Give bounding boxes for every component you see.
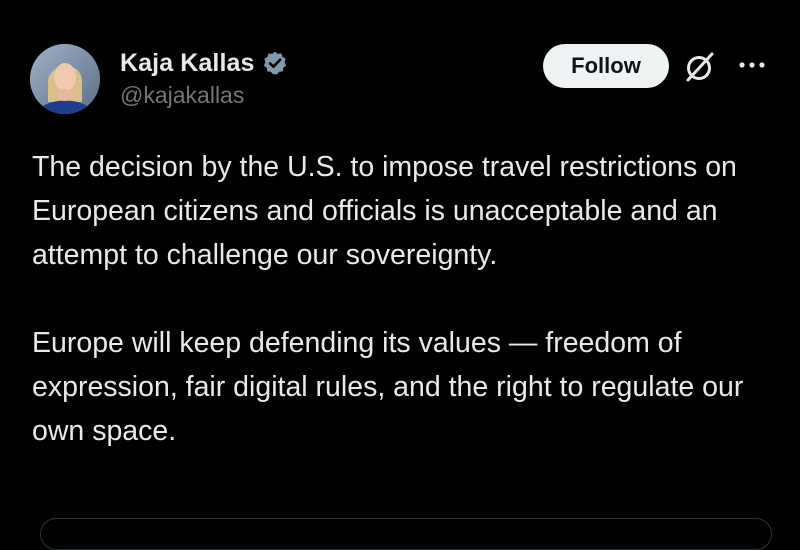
more-options-icon[interactable]: [737, 58, 767, 72]
grok-icon[interactable]: [683, 50, 717, 84]
author-name-row: Kaja Kallas: [120, 46, 288, 80]
verified-badge-icon[interactable]: [262, 50, 288, 76]
avatar[interactable]: [30, 44, 100, 114]
avatar-image: [30, 44, 100, 114]
author-display-name[interactable]: Kaja Kallas: [120, 49, 255, 78]
tweet-card: Kaja Kallas @kajakallas Follow The decis…: [0, 0, 800, 550]
media-card-edge[interactable]: [40, 518, 772, 550]
author-handle[interactable]: @kajakallas: [120, 82, 244, 109]
tweet-text: The decision by the U.S. to impose trave…: [32, 145, 772, 453]
tweet-paragraph: Europe will keep defending its values — …: [32, 327, 744, 447]
follow-button[interactable]: Follow: [543, 44, 669, 88]
tweet-paragraph: The decision by the U.S. to impose trave…: [32, 151, 737, 271]
